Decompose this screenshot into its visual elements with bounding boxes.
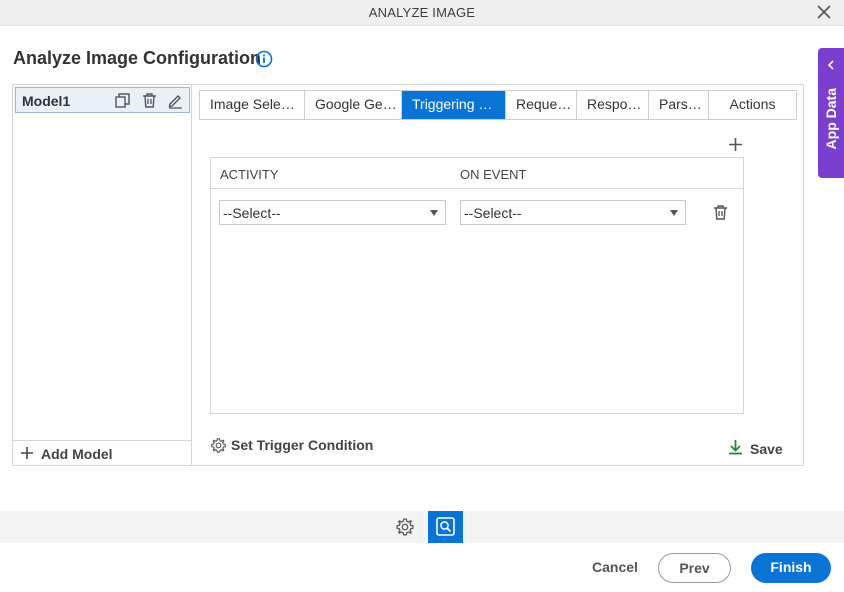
app-data-tab[interactable]: App Data [818, 48, 844, 178]
plus-icon [21, 447, 33, 459]
table-header: ACTIVITY ON EVENT [211, 158, 743, 189]
analyze-image-toolbar-button[interactable] [428, 511, 463, 543]
edit-icon[interactable] [167, 92, 184, 109]
activity-select-value: --Select-- [223, 205, 281, 221]
tab-parse[interactable]: Pars… [649, 91, 709, 119]
delete-row-icon[interactable] [712, 204, 729, 221]
tab-request[interactable]: Reque… [506, 91, 577, 119]
add-row-icon[interactable] [728, 137, 743, 152]
on-event-select-value: --Select-- [464, 205, 522, 221]
finish-button[interactable]: Finish [751, 553, 831, 583]
prev-button[interactable]: Prev [658, 553, 731, 583]
page-title: Analyze Image Configuration [13, 48, 262, 68]
models-panel: Model1 Add Model [13, 85, 192, 465]
set-trigger-condition-label: Set Trigger Condition [231, 437, 374, 453]
bottom-toolbar [0, 511, 844, 543]
copy-icon[interactable] [114, 92, 131, 109]
info-icon[interactable] [255, 50, 273, 68]
image-search-icon [436, 517, 455, 536]
tab-image-selection[interactable]: Image Sele… [200, 91, 305, 119]
config-tabs: Image Sele… Google Ge… Triggering … Requ… [199, 90, 797, 120]
close-icon[interactable] [816, 4, 832, 20]
gear-icon [211, 438, 226, 453]
app-data-label: App Data [823, 88, 839, 150]
add-model-label: Add Model [41, 446, 113, 462]
activity-select[interactable]: --Select-- [219, 200, 446, 225]
dropdown-arrow-icon [670, 210, 678, 216]
tab-actions[interactable]: Actions [709, 91, 796, 119]
chevron-left-icon [827, 60, 834, 70]
on-event-select[interactable]: --Select-- [460, 200, 686, 225]
column-header-activity: ACTIVITY [220, 167, 279, 182]
dialog-titlebar: ANALYZE IMAGE [0, 0, 844, 26]
cancel-button[interactable]: Cancel [592, 559, 638, 575]
settings-icon[interactable] [395, 517, 415, 537]
tab-response[interactable]: Respo… [577, 91, 649, 119]
trigger-table: ACTIVITY ON EVENT --Select-- --Select-- [210, 157, 744, 414]
add-model-button[interactable]: Add Model [13, 440, 192, 465]
dropdown-arrow-icon [430, 210, 438, 216]
column-header-on-event: ON EVENT [460, 167, 527, 182]
tab-google-general[interactable]: Google Ge… [305, 91, 402, 119]
model-item[interactable]: Model1 [15, 87, 190, 113]
save-label: Save [750, 441, 783, 457]
model-name: Model1 [22, 93, 71, 109]
tab-triggering[interactable]: Triggering … [402, 91, 506, 119]
dialog-title: ANALYZE IMAGE [368, 5, 476, 20]
delete-icon[interactable] [141, 92, 158, 109]
download-icon [729, 440, 742, 455]
